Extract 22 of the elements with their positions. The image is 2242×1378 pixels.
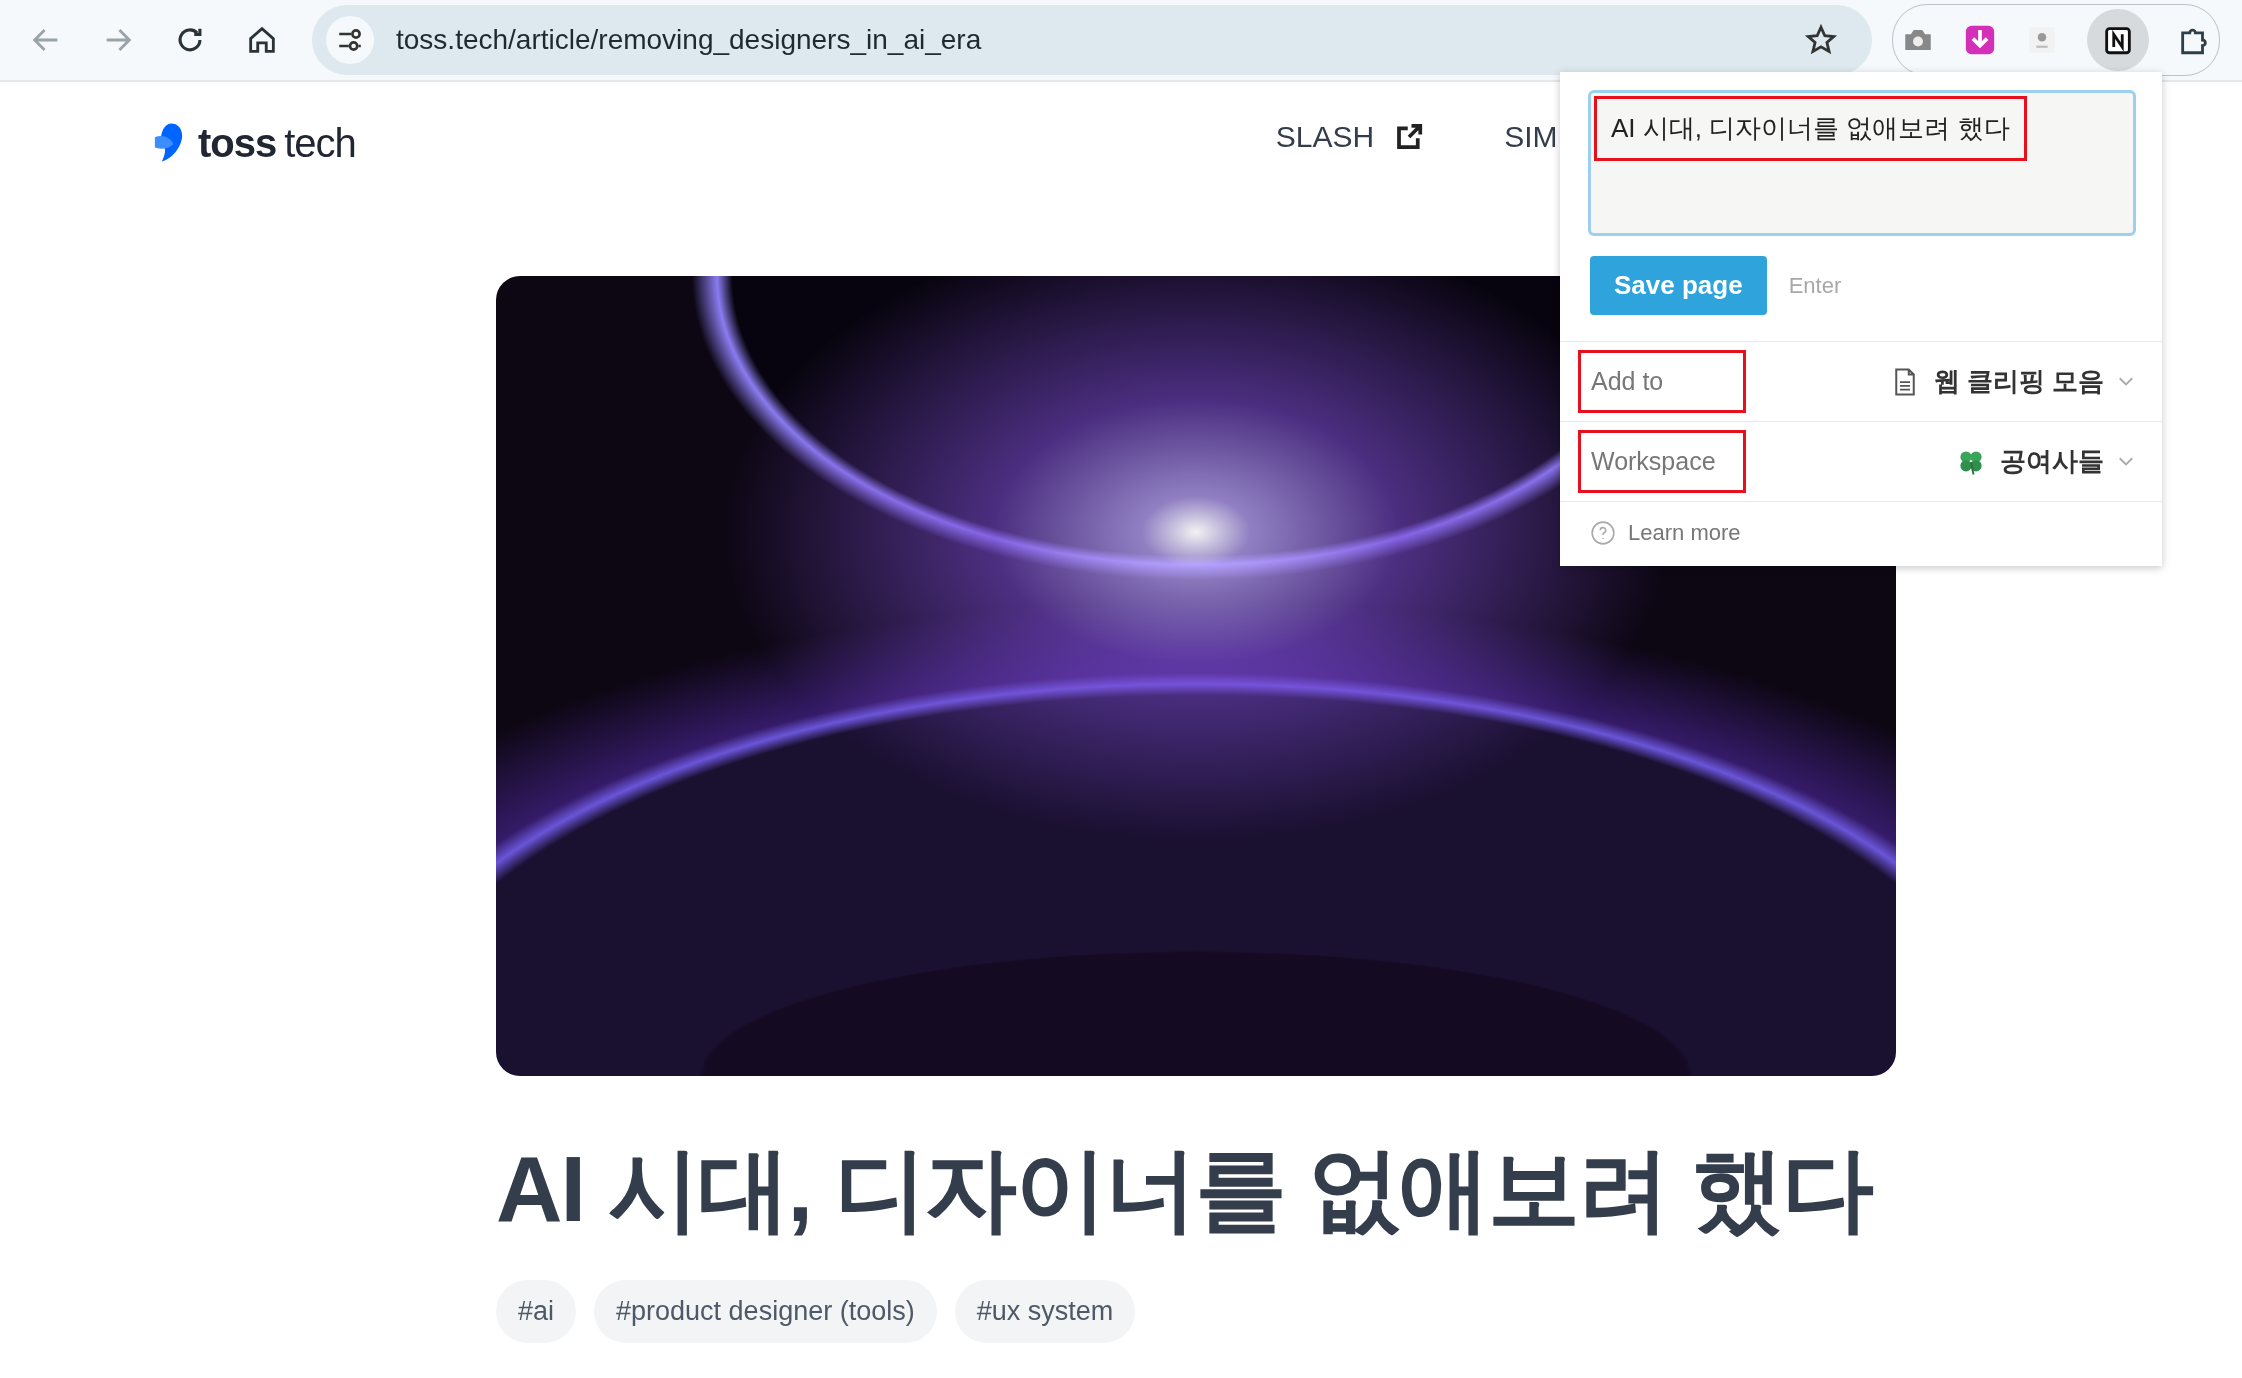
download-icon[interactable] xyxy=(1963,23,1997,57)
field-label: Add to xyxy=(1578,350,1746,413)
article-title: AI 시대, 디자이너를 없애보려 했다 xyxy=(496,1137,1874,1242)
logo-text[interactable]: toss tech xyxy=(198,120,356,166)
bookmark-star-icon[interactable] xyxy=(1804,23,1838,57)
chevron-icon xyxy=(2118,456,2134,467)
nav-link[interactable]: SLASH xyxy=(1275,120,1425,154)
chevron-icon xyxy=(2118,376,2134,387)
address-bar[interactable]: toss.tech/article/removing_designers_in_ai_era xyxy=(312,5,1872,75)
field-label: Workspace xyxy=(1578,430,1746,493)
field-dropdown[interactable]: 웹 클리핑 모음 xyxy=(1889,364,2134,399)
tag-chip[interactable]: #product designer (tools) xyxy=(594,1280,937,1344)
site-settings-icon[interactable] xyxy=(326,16,374,64)
tag-chip[interactable]: #ux system xyxy=(954,1280,1136,1344)
highlighted-title-value: AI 시대, 디자이너를 없애보려 했다 xyxy=(1594,96,2027,161)
field-dropdown[interactable]: 공여사들 xyxy=(1956,444,2134,479)
learn-more-link[interactable]: Learn more xyxy=(1628,520,1741,546)
shortcut-hint: Enter xyxy=(1788,272,1842,299)
tag-chip[interactable]: #ai xyxy=(496,1280,577,1344)
nav-link[interactable]: SIM xyxy=(1504,120,1558,154)
title-field[interactable]: AI 시대, 디자이너를 없애보려 했다 xyxy=(1588,90,2136,236)
external-link-icon xyxy=(1394,122,1425,152)
